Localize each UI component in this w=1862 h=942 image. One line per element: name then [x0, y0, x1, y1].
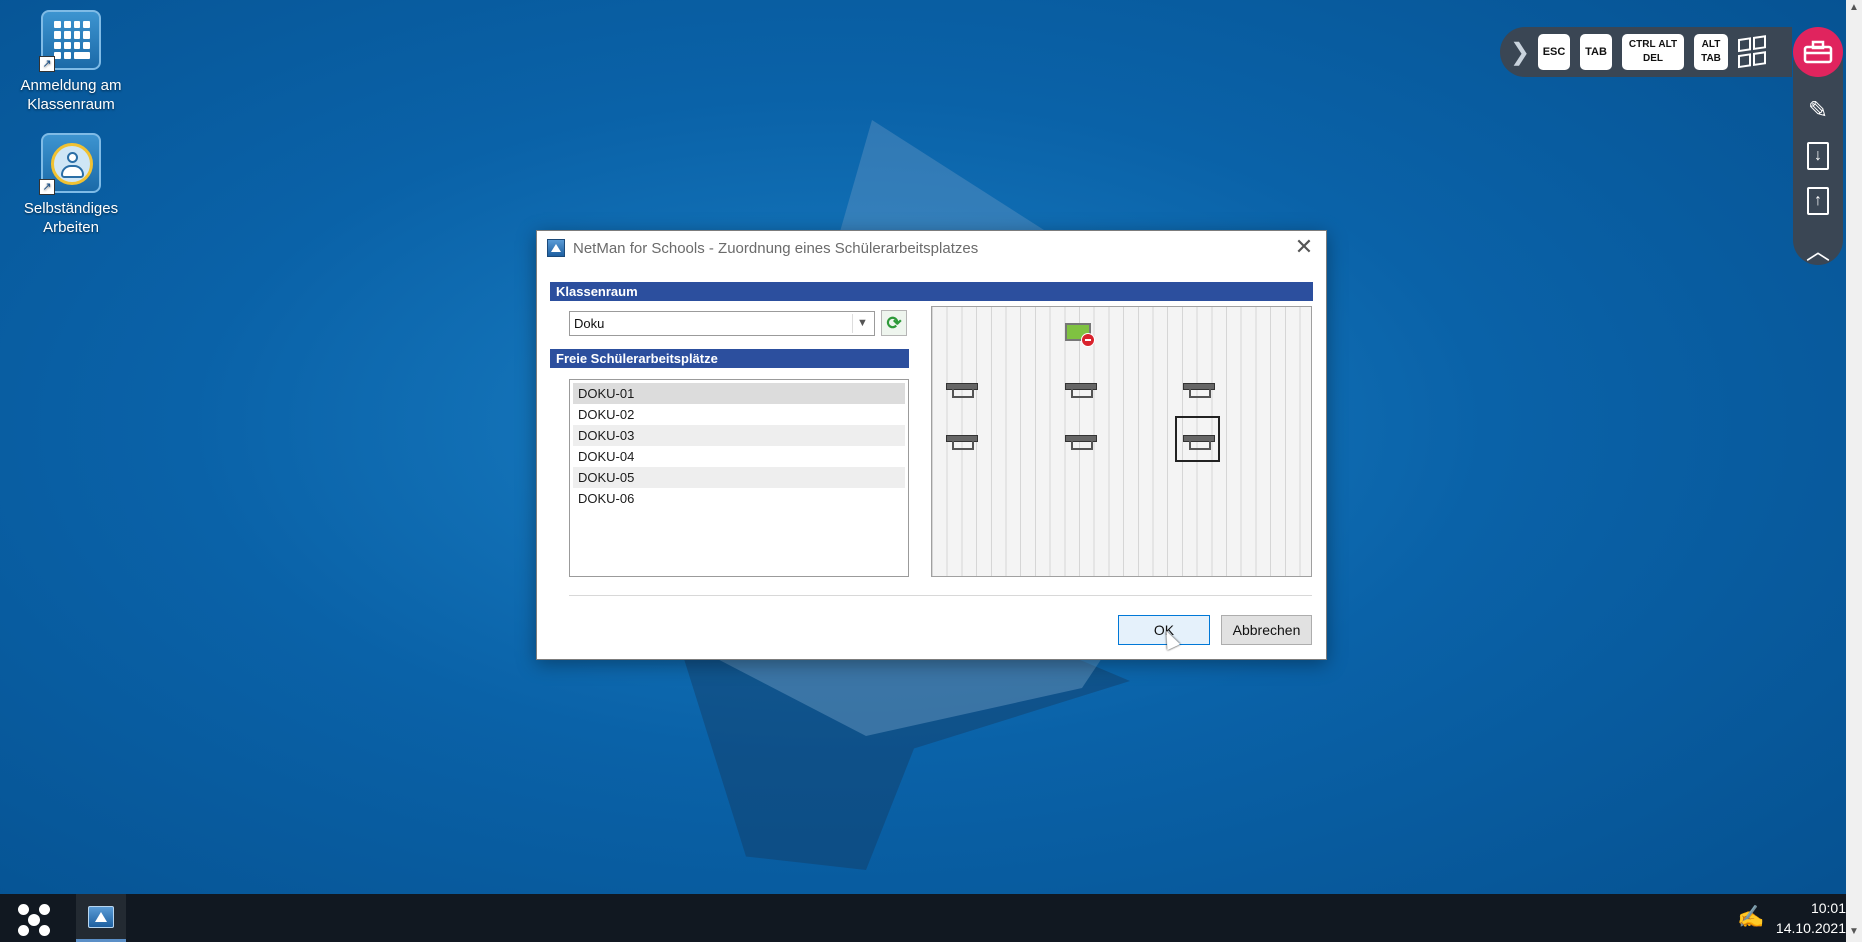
list-item[interactable]: DOKU-02 [573, 404, 905, 425]
desktop-icon-selbstaendiges-arbeiten[interactable]: ↗ Selbständiges Arbeiten [6, 133, 136, 237]
taskbar-clock[interactable]: 10:01 14.10.2021 [1770, 898, 1846, 938]
screen-scrollbar[interactable]: ▲ ▼ [1846, 0, 1862, 942]
assignment-dialog: NetMan for Schools - Zuordnung eines Sch… [536, 230, 1327, 660]
alt-label: ALT [1658, 39, 1678, 50]
workstation-desk-icon[interactable] [1183, 383, 1215, 398]
section-classroom-header: Klassenraum [550, 282, 1313, 301]
dialog-titlebar: NetMan for Schools - Zuordnung eines Sch… [537, 231, 1326, 265]
workstation-desk-icon[interactable] [1065, 435, 1097, 450]
list-item[interactable]: DOKU-06 [573, 488, 905, 509]
section-free-workstations-header: Freie Schülerarbeitsplätze [550, 349, 909, 368]
netman-app-icon [88, 905, 114, 928]
close-button[interactable]: ✕ [1292, 236, 1316, 259]
workstation-desk-icon[interactable] [946, 435, 978, 450]
shortcut-arrow-icon: ↗ [39, 179, 55, 195]
toolbox-icon[interactable] [1793, 27, 1843, 77]
alt-label: ALT [1701, 39, 1721, 50]
remote-side-toolbar: ✎ ↓ ↑ ︿ [1793, 60, 1843, 265]
taskbar-netman-app[interactable] [76, 894, 126, 942]
pen-tray-icon[interactable]: ✍ [1737, 904, 1764, 930]
expand-toolbar-button[interactable]: ❯ [1510, 38, 1530, 67]
shortcut-arrow-icon: ↗ [39, 56, 55, 72]
taskbar: ✍ 10:01 14.10.2021 [0, 894, 1846, 942]
remote-key-toolbar: ❯ ESC TAB CTRL ALT DEL ALT TAB [1500, 27, 1792, 77]
download-file-icon[interactable]: ↓ [1804, 141, 1832, 170]
teacher-pc-icon[interactable] [1065, 323, 1095, 347]
scroll-up-icon[interactable]: ▲ [1849, 2, 1859, 13]
workstation-desk-icon[interactable] [1065, 383, 1097, 398]
windows-key-icon[interactable] [1738, 35, 1768, 69]
refresh-button[interactable]: ⟳ [881, 310, 907, 336]
workstation-desk-icon [1183, 435, 1215, 450]
scroll-down-icon[interactable]: ▼ [1849, 926, 1859, 937]
list-item[interactable]: DOKU-04 [573, 446, 905, 467]
dialog-title: NetMan for Schools - Zuordnung eines Sch… [573, 239, 979, 257]
workstation-desk-icon[interactable] [946, 383, 978, 398]
desktop-icon-label: Selbständiges [23, 200, 119, 217]
classroom-select-value: Doku [574, 316, 605, 331]
start-menu-icon[interactable] [18, 904, 50, 936]
desktop-icon-anmeldung[interactable]: ↗ Anmeldung am Klassenraum [6, 10, 136, 114]
selected-workstation-frame[interactable] [1175, 416, 1220, 462]
collapse-icon[interactable]: ︿ [1804, 231, 1832, 265]
refresh-icon: ⟳ [886, 313, 902, 333]
netman-app-icon [547, 239, 565, 257]
chevron-down-icon[interactable]: ▼ [852, 314, 872, 333]
desktop-icon-label: Anmeldung am [20, 77, 122, 94]
list-item[interactable]: DOKU-01 [573, 383, 905, 404]
desktop-icon-label: Arbeiten [43, 219, 99, 236]
desktop-icon-label: Klassenraum [27, 96, 115, 113]
list-item[interactable]: DOKU-03 [573, 425, 905, 446]
upload-file-icon[interactable]: ↑ [1804, 186, 1832, 215]
esc-key-button[interactable]: ESC [1538, 34, 1570, 70]
dialog-separator [569, 595, 1312, 596]
person-icon: ↗ [39, 133, 101, 195]
tab-label: TAB [1701, 53, 1721, 64]
ctrl-label: CTRL [1628, 39, 1656, 50]
classroom-layout-plan[interactable] [931, 306, 1312, 577]
keypad-icon: ↗ [39, 10, 101, 72]
disconnect-icon[interactable]: ✎ [1804, 96, 1832, 125]
ctrl-alt-del-button[interactable]: CTRL ALT DEL [1622, 34, 1684, 70]
clock-time: 10:01 [1810, 900, 1846, 916]
classroom-select[interactable]: Doku ▼ [569, 311, 875, 336]
alt-tab-button[interactable]: ALT TAB [1694, 34, 1728, 70]
list-item[interactable]: DOKU-05 [573, 467, 905, 488]
clock-date: 14.10.2021 [1775, 920, 1846, 936]
tab-key-button[interactable]: TAB [1580, 34, 1612, 70]
cancel-button[interactable]: Abbrechen [1221, 615, 1312, 645]
free-workstations-list[interactable]: DOKU-01 DOKU-02 DOKU-03 DOKU-04 DOKU-05 … [569, 379, 909, 577]
del-label: DEL [1643, 53, 1663, 64]
